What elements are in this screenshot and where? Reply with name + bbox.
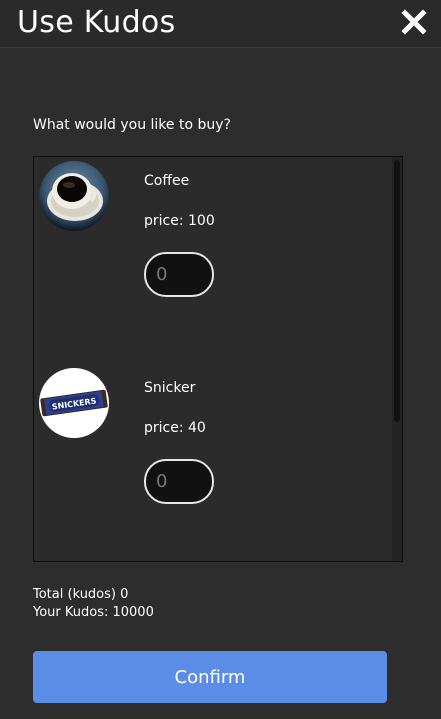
list-scrollbar[interactable]: [392, 157, 402, 561]
modal-title: Use Kudos: [17, 5, 176, 40]
product-item-snicker: SNICKERS Snicker price: 40: [34, 364, 394, 561]
product-name: Coffee: [144, 173, 190, 189]
your-kudos-balance: Your Kudos: 10000: [33, 605, 154, 620]
totals-summary: Total (kudos) 0 Your Kudos: 10000: [33, 586, 154, 622]
modal-header: Use Kudos: [0, 0, 441, 48]
product-price: price: 40: [144, 420, 206, 436]
product-item-coffee: Coffee price: 100: [34, 157, 394, 357]
use-kudos-modal: Use Kudos What would you like to buy? Co…: [0, 0, 441, 719]
coffee-cup-image: [39, 161, 109, 231]
purchase-question: What would you like to buy?: [33, 117, 231, 133]
snickers-bar-image: SNICKERS: [39, 368, 109, 438]
total-kudos: Total (kudos) 0: [33, 587, 129, 602]
close-icon[interactable]: [401, 9, 427, 35]
product-price: price: 100: [144, 213, 215, 229]
product-name: Snicker: [144, 380, 196, 396]
quantity-input-snicker[interactable]: [144, 459, 214, 504]
scrollbar-thumb[interactable]: [394, 160, 400, 422]
product-list[interactable]: Coffee price: 100 SNICKERS Snicker price…: [33, 156, 403, 562]
quantity-input-coffee[interactable]: [144, 252, 214, 297]
confirm-button[interactable]: Confirm: [33, 651, 387, 703]
